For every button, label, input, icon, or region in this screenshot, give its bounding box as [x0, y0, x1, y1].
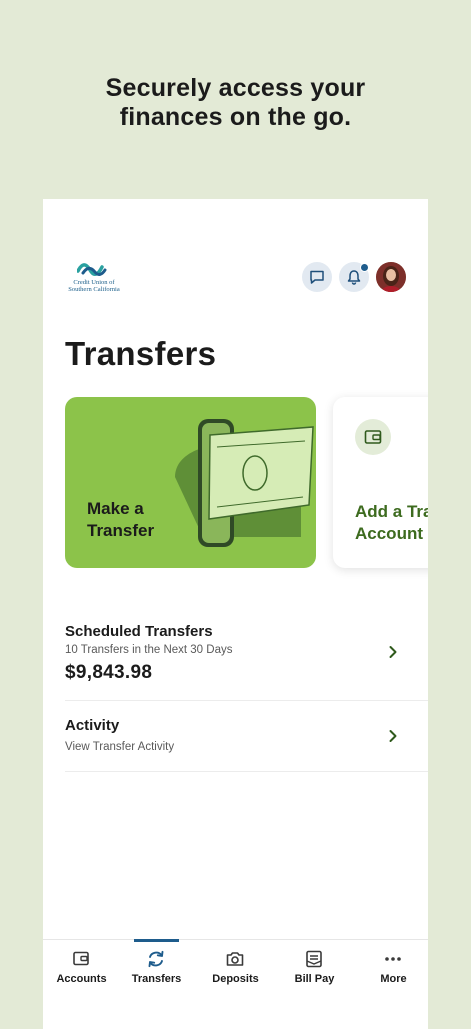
phone-money-illustration-icon — [175, 419, 314, 547]
logo-text-line-2: Southern California — [68, 286, 120, 293]
tab-deposits-label: Deposits — [212, 973, 259, 985]
page-title: Transfers — [65, 335, 217, 372]
tab-more-label: More — [380, 973, 407, 985]
headline-line-1: Securely access your — [105, 74, 366, 102]
divider — [65, 700, 428, 701]
tab-transfers[interactable]: Transfers — [118, 940, 195, 1020]
tab-bill-pay[interactable]: Bill Pay — [276, 940, 353, 1020]
scheduled-transfers-subtitle: 10 Transfers in the Next 30 Days — [65, 644, 233, 656]
bill-icon — [306, 950, 322, 968]
tab-transfers-label: Transfers — [131, 973, 182, 985]
make-transfer-card[interactable]: Make a Transfer — [65, 397, 316, 568]
scheduled-transfers-title: Scheduled Transfers — [65, 623, 213, 640]
add-transfer-account-label: Add a Transfer Account — [355, 502, 428, 543]
phone-screen: Credit Union of Southern California Tran… — [43, 199, 428, 1029]
make-transfer-label: Make a Transfer — [87, 499, 155, 540]
marketing-headline: Securely access your finances on the go. — [0, 74, 471, 132]
wallet-icon — [73, 951, 89, 966]
chat-button[interactable] — [302, 262, 332, 292]
chevron-right-icon — [389, 730, 397, 742]
avatar-photo-icon — [376, 262, 406, 292]
tab-more[interactable]: More — [355, 940, 428, 1020]
more-dots-icon — [385, 957, 401, 961]
activity-title: Activity — [65, 717, 120, 734]
wallet-circle — [355, 419, 391, 455]
bottom-tab-bar: Accounts Transfers Deposits Bill Pay Mor… — [43, 939, 428, 1029]
notification-badge — [360, 263, 369, 272]
camera-icon — [226, 952, 244, 966]
tab-accounts[interactable]: Accounts — [43, 940, 120, 1020]
logo-text: Credit Union of Southern California — [63, 279, 125, 293]
logo-text-line-1: Credit Union of — [73, 279, 115, 286]
headline-line-2: finances on the go. — [119, 103, 352, 131]
chevron-right-icon — [389, 646, 397, 658]
activity-subtitle: View Transfer Activity — [65, 741, 175, 753]
logo-wave-icon — [77, 263, 107, 276]
tab-accounts-label: Accounts — [56, 973, 107, 985]
activity-row[interactable]: Activity View Transfer Activity — [65, 717, 406, 753]
add-transfer-account-card[interactable]: Add a Transfer Account — [333, 397, 428, 568]
scheduled-transfers-row[interactable]: Scheduled Transfers 10 Transfers in the … — [65, 623, 406, 684]
tab-deposits[interactable]: Deposits — [197, 940, 274, 1020]
avatar[interactable] — [376, 262, 406, 292]
tab-bill-pay-label: Bill Pay — [294, 973, 335, 985]
wallet-icon — [364, 430, 382, 444]
divider — [65, 771, 428, 772]
cu-logo[interactable]: Credit Union of Southern California — [63, 261, 123, 295]
scheduled-transfers-amount: $9,843.98 — [65, 662, 153, 683]
bell-icon — [347, 270, 361, 285]
transfer-arrows-icon — [148, 950, 164, 968]
chat-icon — [310, 270, 324, 284]
